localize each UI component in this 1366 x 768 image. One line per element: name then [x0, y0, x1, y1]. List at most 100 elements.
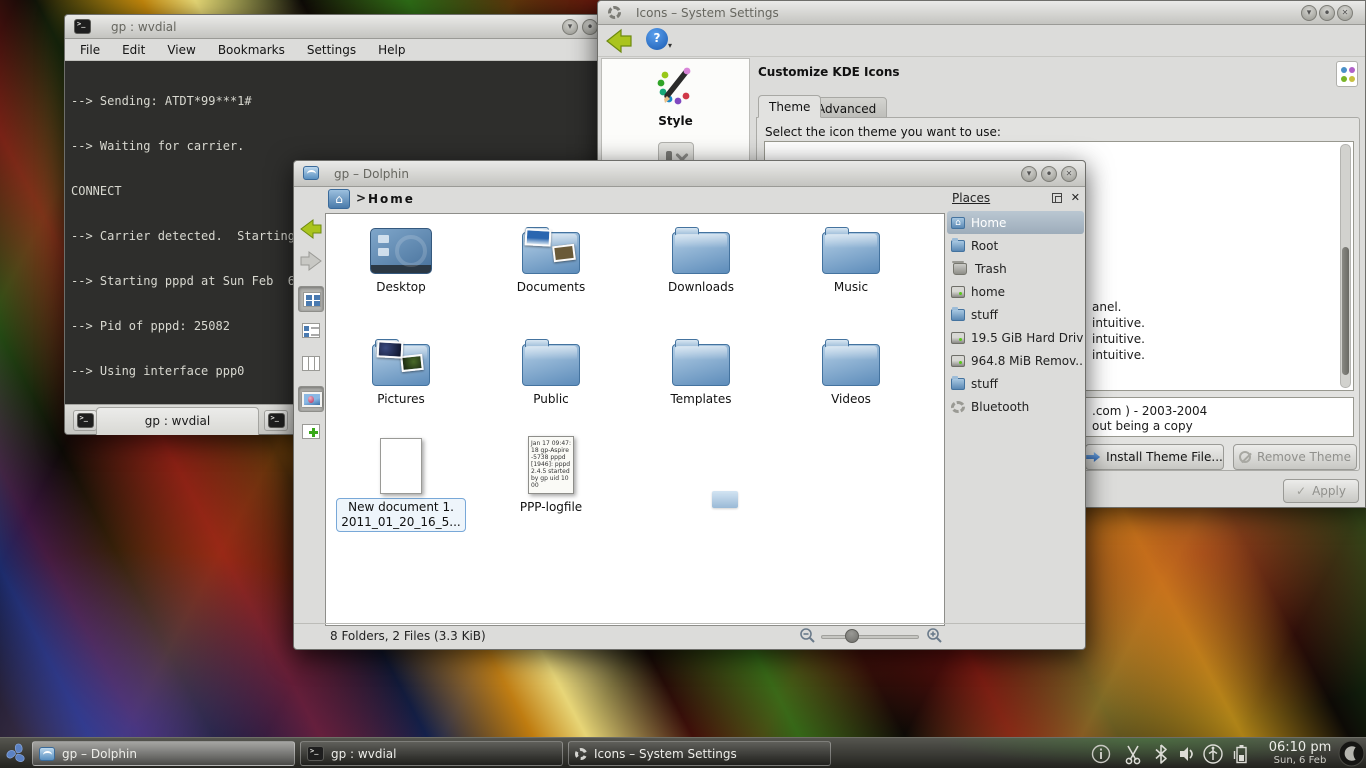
- install-theme-button[interactable]: Install Theme File...: [1085, 444, 1224, 470]
- clock-time: 06:10 pm: [1262, 740, 1338, 755]
- text-preview-icon: Jan 17 09:47:18 gp-Aspire-5738 pppd[1946…: [528, 436, 574, 494]
- sidebar-item-style[interactable]: Style: [602, 114, 749, 128]
- place-item-stuff[interactable]: stuff: [947, 303, 1084, 326]
- check-icon: ✓: [1296, 484, 1306, 498]
- minimize-button[interactable]: [562, 19, 578, 35]
- menu-edit[interactable]: Edit: [122, 43, 145, 57]
- chevron-down-icon[interactable]: ▾: [668, 41, 672, 50]
- place-item-trash[interactable]: Trash: [947, 257, 1084, 280]
- tab-theme[interactable]: Theme: [758, 95, 821, 118]
- remove-theme-button[interactable]: Remove Theme: [1233, 444, 1357, 470]
- folder-icon: [951, 309, 965, 321]
- terminal-icon: [307, 746, 324, 761]
- zoom-slider-thumb[interactable]: [845, 629, 859, 643]
- file-item-new-document[interactable]: New document 1. 2011_01_20_16_5...: [336, 436, 466, 532]
- close-button[interactable]: [1061, 166, 1077, 182]
- menu-help[interactable]: Help: [378, 43, 405, 57]
- battery-icon[interactable]: [1230, 743, 1252, 765]
- place-item-home[interactable]: Home: [947, 211, 1084, 234]
- panel-toolbox-icon[interactable]: [1338, 740, 1365, 767]
- notifications-icon[interactable]: [1090, 743, 1112, 765]
- breadcrumb-home[interactable]: Home: [368, 192, 415, 206]
- settings-titlebar[interactable]: Icons – System Settings: [598, 1, 1365, 25]
- folder-item-videos[interactable]: Videos: [786, 336, 916, 406]
- terminal-titlebar[interactable]: gp : wvdial: [65, 15, 621, 39]
- gear-icon: [608, 6, 621, 19]
- terminal-icon: [74, 19, 91, 34]
- close-button[interactable]: [1337, 5, 1353, 21]
- menu-file[interactable]: File: [80, 43, 100, 57]
- split-view-button[interactable]: [298, 419, 324, 445]
- place-item-bluetooth[interactable]: Bluetooth: [947, 395, 1084, 418]
- minimize-button[interactable]: [1301, 5, 1317, 21]
- zoom-in-icon[interactable]: [926, 627, 943, 644]
- selected-file-label: New document 1. 2011_01_20_16_5...: [336, 498, 465, 532]
- folder-item-downloads[interactable]: Downloads: [636, 224, 766, 294]
- home-folder-icon[interactable]: [328, 189, 350, 209]
- float-panel-icon[interactable]: [1052, 193, 1062, 203]
- scrollbar-thumb[interactable]: [1342, 247, 1349, 375]
- breadcrumb-separator: >: [356, 191, 366, 205]
- menu-settings[interactable]: Settings: [307, 43, 356, 57]
- zoom-out-icon[interactable]: [799, 627, 816, 644]
- volume-icon[interactable]: [1176, 743, 1198, 765]
- preview-button[interactable]: [298, 386, 324, 412]
- new-tab-button[interactable]: [73, 410, 97, 431]
- dolphin-titlebar[interactable]: gp – Dolphin: [294, 161, 1085, 187]
- document-icon: [380, 438, 422, 494]
- back-button[interactable]: [298, 216, 324, 242]
- menu-bookmarks[interactable]: Bookmarks: [218, 43, 285, 57]
- trash-icon: [953, 263, 967, 275]
- application-launcher-button[interactable]: [3, 740, 30, 767]
- task-system-settings[interactable]: Icons – System Settings: [568, 741, 831, 766]
- install-icon: [1086, 452, 1100, 462]
- close-panel-icon[interactable]: [1071, 191, 1080, 204]
- folder-view[interactable]: Desktop Documents Downloads Music Pictur…: [325, 213, 945, 626]
- folder-icon: [672, 232, 730, 274]
- hard-drive-icon: [951, 286, 965, 298]
- apply-button[interactable]: ✓ Apply: [1283, 479, 1359, 503]
- thumbnail-artifact: [712, 491, 738, 508]
- removable-drive-icon: [951, 355, 965, 367]
- bluetooth-icon[interactable]: [1150, 743, 1172, 765]
- select-theme-label: Select the icon theme you want to use:: [765, 125, 1001, 139]
- terminal-icon: [77, 413, 94, 428]
- forward-button[interactable]: [298, 248, 324, 274]
- task-wvdial[interactable]: gp : wvdial: [300, 741, 563, 766]
- place-item-home-partition[interactable]: home: [947, 280, 1084, 303]
- dolphin-side-toolbar: [296, 211, 325, 623]
- place-item-stuff-2[interactable]: stuff: [947, 372, 1084, 395]
- place-item-hard-drive[interactable]: 19.5 GiB Hard Drive: [947, 326, 1084, 349]
- back-button[interactable]: [605, 28, 633, 54]
- columns-view-button[interactable]: [298, 351, 324, 377]
- clock[interactable]: 06:10 pm Sun, 6 Feb: [1262, 740, 1338, 767]
- folder-item-templates[interactable]: Templates: [636, 336, 766, 406]
- overview-grid-button[interactable]: [1336, 61, 1358, 87]
- usb-device-icon[interactable]: [1202, 743, 1224, 765]
- places-header: Places: [947, 189, 1084, 211]
- scrollbar[interactable]: [1340, 144, 1351, 388]
- maximize-button[interactable]: [582, 19, 598, 35]
- maximize-button[interactable]: [1041, 166, 1057, 182]
- bluetooth-icon: [951, 401, 965, 413]
- folder-item-desktop[interactable]: Desktop: [336, 224, 466, 294]
- zoom-slider[interactable]: [821, 635, 919, 639]
- details-view-button[interactable]: [298, 318, 324, 344]
- icons-view-button[interactable]: [298, 286, 324, 312]
- place-item-removable[interactable]: 964.8 MiB Remov...: [947, 349, 1084, 372]
- help-button[interactable]: ?: [646, 28, 668, 50]
- clipboard-scissors-icon[interactable]: [1122, 743, 1144, 765]
- menu-view[interactable]: View: [167, 43, 195, 57]
- file-item-ppp-logfile[interactable]: Jan 17 09:47:18 gp-Aspire-5738 pppd[1946…: [486, 436, 616, 514]
- minimize-button[interactable]: [1021, 166, 1037, 182]
- terminal-tab[interactable]: gp : wvdial: [96, 407, 259, 435]
- terminal-title: gp : wvdial: [111, 20, 176, 34]
- maximize-button[interactable]: [1319, 5, 1335, 21]
- folder-item-music[interactable]: Music: [786, 224, 916, 294]
- task-dolphin[interactable]: gp – Dolphin: [32, 741, 295, 766]
- tab-list-button[interactable]: [264, 410, 288, 431]
- folder-item-documents[interactable]: Documents: [486, 224, 616, 294]
- folder-item-public[interactable]: Public: [486, 336, 616, 406]
- folder-item-pictures[interactable]: Pictures: [336, 336, 466, 406]
- place-item-root[interactable]: Root: [947, 234, 1084, 257]
